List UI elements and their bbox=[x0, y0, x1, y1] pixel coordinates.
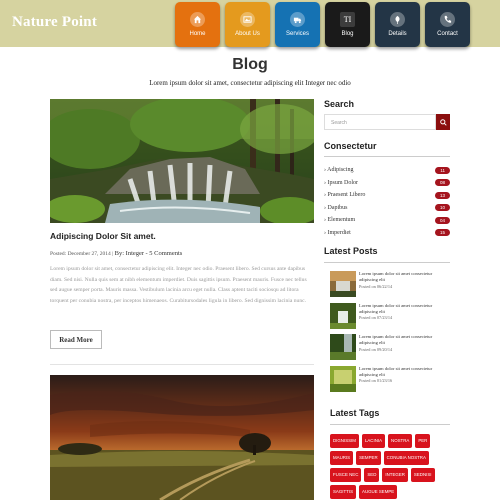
tag-link[interactable]: LACINIA bbox=[361, 434, 386, 448]
tag-cloud: DIGNISSIM LACINIA NOSTRA PER MAURIS SEMP… bbox=[330, 434, 454, 499]
latest-post-thumb[interactable] bbox=[330, 302, 356, 329]
category-item[interactable]: › Elementum 04 bbox=[324, 214, 450, 227]
category-item[interactable]: › Dapibus 10 bbox=[324, 202, 450, 215]
category-item[interactable]: › Adipiscing 11 bbox=[324, 164, 450, 177]
search-heading: Search bbox=[324, 99, 355, 109]
latest-post-item[interactable]: Lorem ipsum dolor sit amet consectetur a… bbox=[330, 365, 450, 398]
latest-post-date: Posted on 06/22/14 bbox=[359, 283, 393, 289]
latest-post-item[interactable]: Lorem ipsum dolor sit amet consectetur a… bbox=[330, 334, 450, 366]
latest-post-item[interactable]: Lorem ipsum dolor sit amet consectetur a… bbox=[330, 302, 450, 335]
categories-divider bbox=[324, 156, 450, 157]
search-input[interactable]: Search bbox=[324, 114, 436, 130]
category-item[interactable]: › Ipsum Dolor 08 bbox=[324, 177, 450, 190]
latest-divider bbox=[324, 262, 450, 263]
nav-services-button[interactable]: Services bbox=[275, 2, 320, 47]
nav-home-label: Home bbox=[189, 31, 206, 37]
tag-link[interactable]: MAURIS bbox=[330, 451, 354, 465]
latest-post-thumb[interactable] bbox=[330, 365, 356, 392]
nav-details-button[interactable]: Details bbox=[375, 2, 420, 47]
category-label: Adipiscing bbox=[327, 167, 354, 174]
phone-icon bbox=[440, 12, 455, 27]
category-label: Imperdiet bbox=[327, 229, 351, 236]
latest-post-text: Lorem ipsum dolor sit amet consectetur a… bbox=[359, 271, 433, 283]
tag-link[interactable]: NOSTRA bbox=[388, 434, 413, 448]
page-subtitle: Lorem ipsum dolor sit amet, consectetur … bbox=[149, 79, 351, 87]
nav-details-label: Details bbox=[388, 31, 407, 37]
post-meta: Posted: December 27, 2014 | By: Integer … bbox=[50, 250, 182, 257]
latest-post-thumb[interactable] bbox=[330, 271, 356, 297]
leaf-icon bbox=[390, 12, 405, 27]
text-icon: TI bbox=[340, 12, 355, 27]
post-divider bbox=[50, 364, 314, 365]
category-label: Dapibus bbox=[327, 204, 348, 211]
post-title[interactable]: Adipiscing Dolor Sit amet. bbox=[50, 231, 156, 241]
tag-link[interactable]: AUGUE SEMPE bbox=[359, 485, 398, 499]
category-label: Elementum bbox=[327, 217, 356, 224]
nav-blog-label: Blog bbox=[341, 31, 354, 37]
post-date: Posted: December 27, 2014 bbox=[50, 251, 111, 257]
post-excerpt: Lorem ipsum dolor sit amet, consectetur … bbox=[50, 266, 307, 304]
category-count: 15 bbox=[434, 229, 450, 237]
latest-post-text: Lorem ipsum dolor sit amet consectetur a… bbox=[359, 334, 433, 346]
category-label: Praesent Libero bbox=[327, 192, 366, 199]
latest-posts-list: Lorem ipsum dolor sit amet consectetur a… bbox=[330, 271, 450, 397]
latest-post-text: Lorem ipsum dolor sit amet consectetur a… bbox=[359, 365, 433, 377]
page-title: Blog bbox=[232, 56, 268, 73]
latest-post-text: Lorem ipsum dolor sit amet consectetur a… bbox=[359, 302, 433, 314]
tag-link[interactable]: SEDNISI bbox=[410, 468, 435, 482]
site-header: Nature Point Home About Us Services TI B… bbox=[0, 0, 500, 47]
read-more-button[interactable]: Read More bbox=[50, 330, 102, 349]
categories-heading: Consectetur bbox=[324, 141, 377, 151]
nav-home-button[interactable]: Home bbox=[175, 2, 220, 47]
nav-services-label: Services bbox=[285, 31, 309, 37]
category-list: › Adipiscing 11 › Ipsum Dolor 08 › Praesen… bbox=[324, 164, 450, 239]
home-icon bbox=[190, 12, 205, 27]
main-nav: Home About Us Services TI Blog Details C… bbox=[175, 2, 470, 47]
latest-post-thumb[interactable] bbox=[330, 334, 356, 360]
post-author[interactable]: By: Integer bbox=[115, 250, 144, 257]
latest-post-date: Posted on 07/23/14 bbox=[359, 315, 393, 321]
tag-link[interactable]: PER bbox=[415, 434, 431, 448]
tag-link[interactable]: DIGNISSIM bbox=[330, 434, 359, 448]
latest-tags-heading: Latest Tags bbox=[330, 408, 380, 418]
category-label: Ipsum Dolor bbox=[327, 179, 359, 186]
nav-contact-button[interactable]: Contact bbox=[425, 2, 470, 47]
tag-link[interactable]: FUSCE NEC bbox=[330, 468, 362, 482]
nav-about-label: About Us bbox=[235, 31, 260, 37]
truck-icon bbox=[290, 12, 305, 27]
search-button[interactable] bbox=[436, 114, 450, 130]
nav-blog-button[interactable]: TI Blog bbox=[325, 2, 370, 47]
image-icon bbox=[240, 12, 255, 27]
latest-post-item[interactable]: Lorem ipsum dolor sit amet consectetur a… bbox=[330, 271, 450, 303]
tag-link[interactable]: SEMPER bbox=[356, 451, 381, 465]
tag-link[interactable]: SAGITTIS bbox=[330, 485, 357, 499]
search-icon bbox=[439, 118, 447, 126]
tag-link[interactable]: SED bbox=[364, 468, 380, 482]
latest-post-date: Posted on 09/20/14 bbox=[359, 346, 393, 352]
category-count: 08 bbox=[434, 179, 450, 187]
nav-contact-label: Contact bbox=[437, 31, 458, 37]
latest-posts-heading: Latest Posts bbox=[324, 246, 378, 256]
category-count: 04 bbox=[434, 216, 450, 224]
category-count: 13 bbox=[434, 191, 450, 199]
post-image-waterfall[interactable] bbox=[50, 99, 314, 223]
category-item[interactable]: › Praesent Libero 13 bbox=[324, 189, 450, 202]
nav-about-button[interactable]: About Us bbox=[225, 2, 270, 47]
tag-link[interactable]: CONUBIA NOSTRA bbox=[383, 451, 429, 465]
category-count: 11 bbox=[435, 166, 450, 174]
tags-divider bbox=[330, 424, 450, 425]
latest-post-date: Posted on 01/23/16 bbox=[359, 378, 393, 384]
tag-link[interactable]: INTEGER bbox=[382, 468, 408, 482]
category-item[interactable]: › Imperdiet 15 bbox=[324, 227, 450, 240]
post-comments[interactable]: 5 Comments bbox=[149, 250, 182, 257]
post-image-sunset[interactable] bbox=[50, 375, 314, 500]
site-logo[interactable]: Nature Point bbox=[12, 14, 97, 31]
category-count: 10 bbox=[434, 204, 450, 212]
